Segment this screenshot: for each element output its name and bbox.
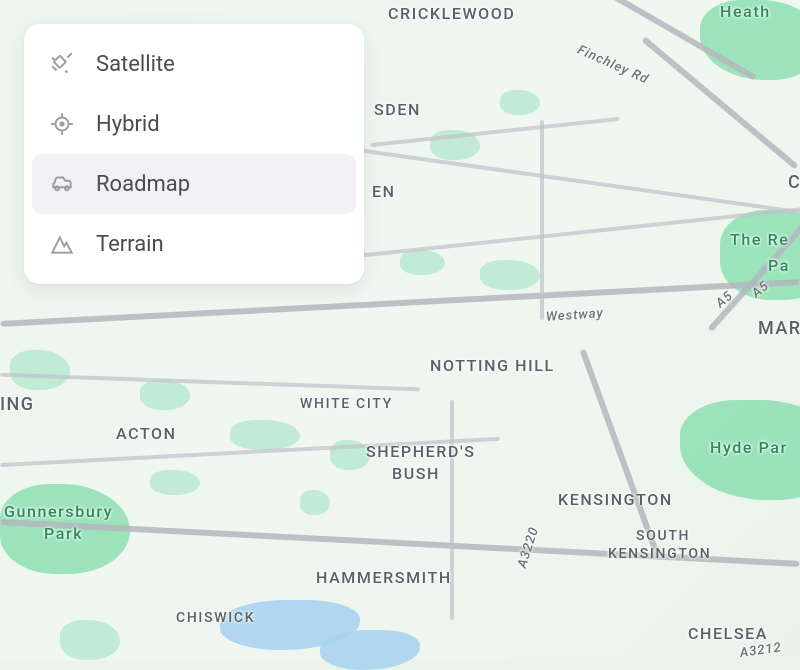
- place-label: CRICKLEWOOD: [388, 4, 515, 23]
- map-type-option-terrain[interactable]: Terrain: [24, 214, 364, 274]
- place-label: C: [788, 172, 800, 193]
- map-type-option-hybrid[interactable]: Hybrid: [24, 94, 364, 154]
- map-type-option-satellite[interactable]: Satellite: [24, 34, 364, 94]
- park-region: [500, 90, 540, 115]
- place-label: NOTTING HILL: [430, 356, 555, 375]
- place-label: KENSINGTON: [558, 490, 673, 509]
- place-label: EN: [372, 182, 396, 201]
- place-label: CHELSEA: [688, 624, 768, 643]
- road-label: A3212: [739, 640, 783, 661]
- road: [540, 120, 544, 320]
- park-region: [230, 420, 300, 450]
- menu-item-label: Satellite: [96, 52, 175, 77]
- river: [320, 630, 420, 670]
- park-region: [140, 380, 190, 410]
- park-region: [480, 260, 540, 290]
- road: [370, 117, 619, 147]
- place-label: MAR: [758, 318, 800, 339]
- menu-item-label: Hybrid: [96, 112, 160, 137]
- park-region: [680, 400, 800, 500]
- place-label: WHITE CITY: [300, 396, 393, 412]
- park-region: [700, 0, 800, 80]
- mountain-icon: [48, 230, 76, 258]
- place-label: SDEN: [374, 100, 421, 119]
- road-label: Finchley Rd: [575, 43, 651, 88]
- road: [362, 149, 800, 216]
- park-region: [150, 470, 200, 495]
- map-type-option-roadmap[interactable]: Roadmap: [32, 154, 356, 214]
- road: [450, 400, 454, 620]
- place-label: ING: [0, 394, 34, 415]
- park-region: [300, 490, 330, 515]
- map-type-menu: Satellite Hybrid Roadmap Terrain: [24, 24, 364, 284]
- place-label: ACTON: [116, 424, 177, 443]
- road: [580, 349, 661, 558]
- target-icon: [48, 110, 76, 138]
- menu-item-label: Roadmap: [96, 172, 190, 197]
- park-region: [60, 620, 120, 660]
- car-icon: [48, 170, 76, 198]
- satellite-icon: [48, 50, 76, 78]
- place-label: BUSH: [392, 464, 440, 483]
- menu-item-label: Terrain: [96, 232, 164, 257]
- place-label: HAMMERSMITH: [316, 568, 452, 587]
- road: [0, 279, 799, 327]
- road-label: Westway: [545, 306, 604, 325]
- park-region: [400, 250, 445, 275]
- park-region: [10, 350, 70, 390]
